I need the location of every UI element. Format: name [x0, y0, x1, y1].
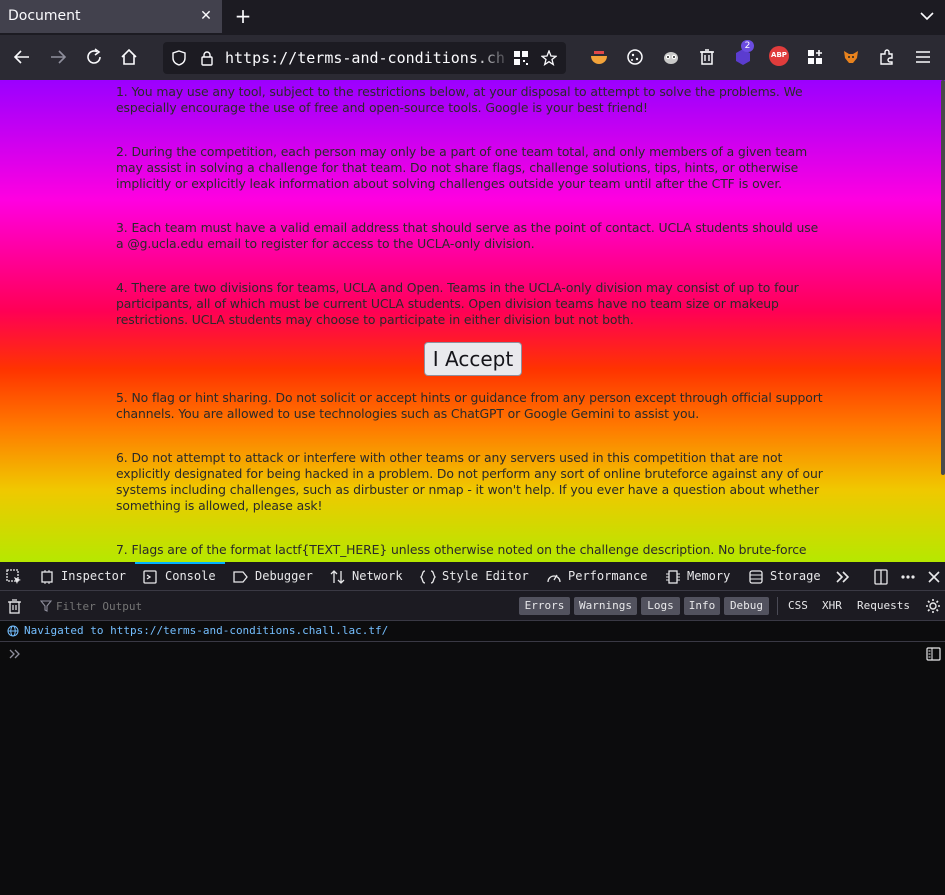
lock-icon[interactable]: [199, 50, 215, 66]
puzzle-piece-icon[interactable]: [877, 47, 897, 67]
filter-requests-button[interactable]: Requests: [857, 597, 910, 615]
extension-badge: 2: [741, 40, 754, 52]
filter-info-button[interactable]: Info: [684, 597, 720, 615]
metamask-fox-icon[interactable]: [841, 47, 861, 67]
tab-strip: Document ✕ +: [0, 0, 945, 35]
tab-title: Document: [8, 8, 81, 24]
filter-funnel-icon: [40, 600, 52, 612]
url-text[interactable]: https://terms-and-conditions.chall.lac.t…: [225, 49, 505, 69]
rule-4: 4. There are two divisions for teams, UC…: [116, 280, 799, 327]
console-navigation-message: Navigated to https://terms-and-condition…: [0, 621, 945, 642]
rule-3: 3. Each team must have a valid email add…: [116, 220, 819, 251]
globe-icon: [7, 625, 19, 637]
url-fade: [473, 42, 513, 74]
back-arrow-icon[interactable]: [12, 47, 32, 67]
url-bar[interactable]: https://terms-and-conditions.chall.lac.t…: [163, 42, 566, 74]
tab-debugger-label: Debugger: [255, 569, 313, 583]
filter-logs-button[interactable]: Logs: [641, 597, 680, 615]
adblock-label: ABP: [771, 51, 787, 59]
rule-7: 7. Flags are of the format lactf{TEXT_HE…: [116, 542, 807, 557]
inspector-icon: [41, 570, 53, 584]
navigated-label: Navigated to: [24, 624, 104, 637]
tab-performance-label: Performance: [568, 569, 648, 583]
tab-console[interactable]: Console: [143, 562, 227, 591]
tab-debugger[interactable]: Debugger: [233, 562, 323, 591]
tab-memory[interactable]: Memory: [665, 562, 737, 591]
page-scrollbar[interactable]: [941, 80, 945, 475]
hexagon-extension-icon[interactable]: 2: [733, 40, 754, 67]
new-tab-icon[interactable]: +: [233, 5, 253, 27]
adblock-plus-icon[interactable]: ABP: [769, 46, 789, 66]
trash-extension-icon[interactable]: [697, 47, 717, 67]
storage-icon: [749, 570, 763, 584]
tab-network-label: Network: [352, 569, 403, 583]
filter-debug-button[interactable]: Debug: [724, 597, 769, 615]
browser-tab[interactable]: Document ✕: [0, 0, 222, 33]
console-settings-gear-icon[interactable]: [925, 598, 941, 614]
ramen-extension-icon[interactable]: [589, 47, 609, 67]
shield-icon[interactable]: [171, 50, 187, 66]
page-viewport: 1. You may use any tool, subject to the …: [0, 80, 945, 562]
owl-extension-icon[interactable]: [661, 47, 681, 67]
debugger-icon: [233, 571, 248, 583]
clear-console-trash-icon[interactable]: [7, 598, 22, 614]
rule-6: 6. Do not attempt to attack or interfere…: [116, 450, 823, 513]
grid-plus-icon[interactable]: [805, 47, 825, 67]
devtools-panel: Inspector Console Debugger Network Style…: [0, 562, 945, 895]
network-icon: [330, 570, 345, 584]
rule-5: 5. No flag or hint sharing. Do not solic…: [116, 390, 823, 421]
console-icon: [143, 570, 157, 584]
console-input-row[interactable]: [0, 642, 945, 666]
rule-2: 2. During the competition, each person m…: [116, 144, 808, 191]
dock-toggle-icon[interactable]: [873, 569, 889, 585]
navigated-text: Navigated to https://terms-and-condition…: [24, 624, 388, 637]
devtools-toolbar: Inspector Console Debugger Network Style…: [0, 562, 945, 591]
console-prompt-chevron-icon: [9, 649, 20, 659]
forward-arrow-icon[interactable]: [48, 47, 68, 67]
console-filter-bar: Errors Warnings Logs Info Debug CSS XHR …: [0, 591, 945, 621]
filter-warnings-button[interactable]: Warnings: [574, 597, 637, 615]
filter-xhr-button[interactable]: XHR: [822, 597, 842, 615]
hamburger-menu-icon[interactable]: [913, 47, 933, 67]
chevron-down-icon[interactable]: [917, 6, 937, 26]
home-icon[interactable]: [119, 47, 139, 67]
rule-1: 1. You may use any tool, subject to the …: [116, 84, 803, 115]
navigated-url-link[interactable]: https://terms-and-conditions.chall.lac.t…: [110, 624, 388, 637]
more-options-icon[interactable]: [900, 569, 916, 585]
close-tab-icon[interactable]: ✕: [198, 6, 214, 26]
tab-inspector[interactable]: Inspector: [40, 562, 135, 591]
qr-code-icon[interactable]: [513, 50, 529, 66]
tab-network[interactable]: Network: [330, 562, 410, 591]
tab-inspector-label: Inspector: [61, 569, 127, 583]
tab-storage[interactable]: Storage: [748, 562, 826, 591]
bookmark-star-icon[interactable]: [541, 50, 557, 66]
tab-console-label: Console: [165, 569, 216, 583]
editor-mode-toggle-icon[interactable]: [926, 647, 941, 661]
cookie-icon[interactable]: [625, 47, 645, 67]
tab-storage-label: Storage: [770, 569, 821, 583]
close-devtools-icon[interactable]: [926, 569, 942, 585]
performance-icon: [547, 574, 561, 583]
more-tabs-chevron-icon[interactable]: [835, 569, 851, 585]
tab-performance[interactable]: Performance: [546, 562, 654, 591]
style-editor-icon: [420, 570, 436, 584]
filter-divider: [777, 597, 778, 615]
filter-output-input[interactable]: [56, 598, 506, 615]
tab-memory-label: Memory: [687, 569, 731, 583]
accept-button[interactable]: I Accept: [424, 342, 522, 376]
nav-bar: https://terms-and-conditions.chall.lac.t…: [0, 35, 945, 80]
reload-icon[interactable]: [84, 47, 104, 67]
filter-errors-button[interactable]: Errors: [519, 597, 570, 615]
tab-style-editor[interactable]: Style Editor: [420, 562, 538, 591]
memory-icon: [666, 570, 680, 584]
tab-style-editor-label: Style Editor: [442, 569, 529, 583]
filter-css-button[interactable]: CSS: [788, 597, 808, 615]
element-picker-icon[interactable]: [6, 569, 22, 585]
active-tab-indicator: [135, 562, 225, 564]
